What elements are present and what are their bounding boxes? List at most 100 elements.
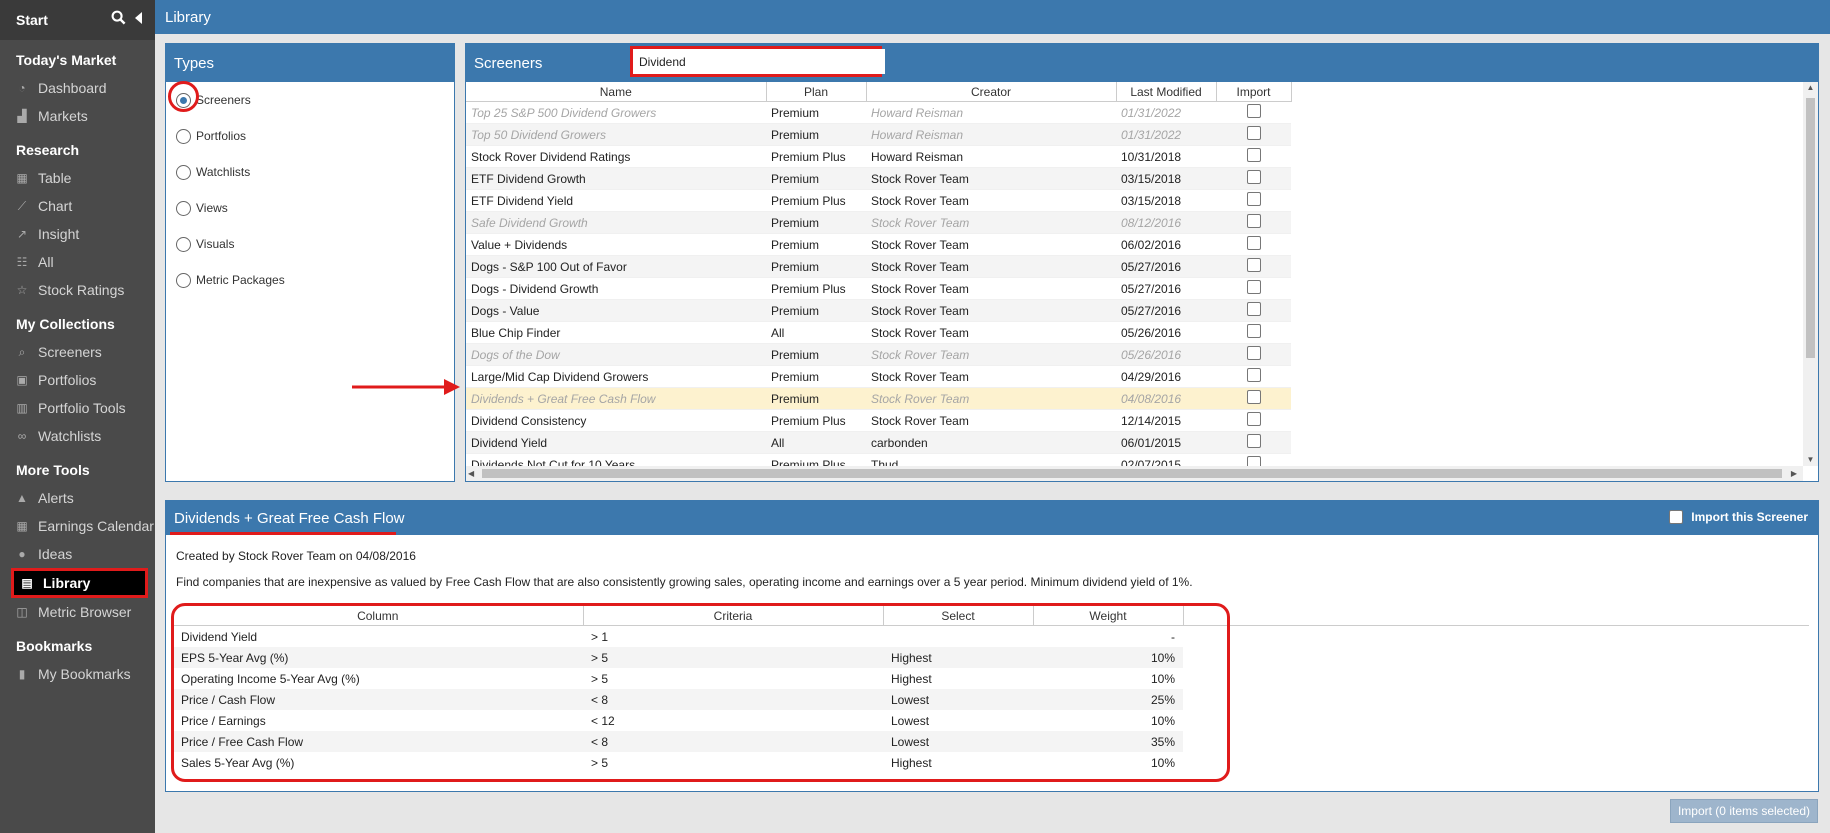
table-row[interactable]: ETF Dividend Growth Premium Stock Rover Te… [466, 167, 1291, 190]
screener-search-box[interactable] [630, 46, 885, 77]
import-checkbox[interactable] [1246, 148, 1261, 162]
column-header[interactable]: Last Modified [1116, 82, 1217, 102]
sidebar-item-screeners[interactable]: ⌕ Screeners [0, 338, 155, 366]
horizontal-scrollbar[interactable]: ◀ ▶ [466, 466, 1803, 481]
import-checkbox[interactable] [1246, 456, 1261, 466]
sidebar-item-earnings-calendar[interactable]: ▦ Earnings Calendar [0, 512, 155, 540]
radio-button[interactable] [176, 128, 191, 144]
sidebar-item-my-bookmarks[interactable]: ▮ My Bookmarks [0, 660, 155, 688]
criteria-column-header[interactable]: Criteria [583, 606, 884, 626]
import-checkbox[interactable] [1246, 302, 1261, 316]
sidebar-item-dashboard[interactable]: ◔ Dashboard [0, 74, 155, 102]
table-row[interactable]: Dividend Consistency Premium Plus Stock Ro… [466, 409, 1291, 432]
type-option-screeners[interactable]: Screeners [166, 82, 454, 118]
column-header[interactable]: Plan [766, 82, 867, 102]
criteria-column-header[interactable]: Column [173, 606, 584, 626]
cell-creator: Stock Rover Team [866, 189, 1116, 212]
sidebar-item-portfolio-tools[interactable]: ▥ Portfolio Tools [0, 394, 155, 422]
cell-creator: Howard Reisman [866, 145, 1116, 168]
table-row[interactable]: Top 25 S&P 500 Dividend Growers Premium Ho… [466, 101, 1291, 124]
import-button[interactable]: Import (0 items selected) [1670, 799, 1818, 823]
sidebar-item-all[interactable]: ☷ All [0, 248, 155, 276]
radio-button[interactable] [176, 272, 191, 288]
import-checkbox[interactable] [1246, 214, 1261, 228]
cell-modified: 04/29/2016 [1116, 365, 1216, 388]
scroll-right-arrow[interactable]: ▶ [1791, 466, 1797, 481]
criteria-column-header[interactable]: Weight [1033, 606, 1184, 626]
import-checkbox[interactable] [1246, 346, 1261, 360]
sidebar-item-library[interactable]: ▤ Library [11, 568, 148, 598]
sidebar-item-insight[interactable]: ↗ Insight [0, 220, 155, 248]
radio-button[interactable] [176, 92, 191, 108]
radio-button[interactable] [176, 236, 191, 252]
sidebar-item-chart[interactable]: ⟋ Chart [0, 192, 155, 220]
screeners-panel: Screeners Name Plan Creator Last Modified Im… [465, 43, 1819, 482]
import-checkbox[interactable] [1246, 126, 1261, 140]
page-title: Library [165, 8, 211, 26]
sidebar-item-ideas[interactable]: ● Ideas [0, 540, 155, 568]
import-this-screener[interactable]: Import this Screener [1669, 510, 1808, 524]
calendar-icon: ▦ [16, 519, 28, 533]
type-option-views[interactable]: Views [166, 190, 454, 226]
import-checkbox[interactable] [1246, 236, 1261, 250]
import-checkbox[interactable] [1246, 368, 1261, 382]
radio-button[interactable] [176, 164, 191, 180]
table-row[interactable]: Safe Dividend Growth Premium Stock Rover T… [466, 211, 1291, 234]
import-checkbox[interactable] [1246, 324, 1261, 338]
criteria-cell-weight: - [1171, 629, 1175, 644]
table-row[interactable]: Large/Mid Cap Dividend Growers Premium Sto… [466, 365, 1291, 388]
sidebar-item-table[interactable]: ▦ Table [0, 164, 155, 192]
type-option-portfolios[interactable]: Portfolios [166, 118, 454, 154]
table-row[interactable]: Dividend Yield All carbonden 06/01/2015 [466, 431, 1291, 454]
type-option-watchlists[interactable]: Watchlists [166, 154, 454, 190]
sidebar-item-watchlists[interactable]: ∞ Watchlists [0, 422, 155, 450]
sidebar-item-label: All [38, 254, 54, 270]
screener-search-input[interactable] [633, 49, 885, 74]
table-row[interactable]: Value + Dividends Premium Stock Rover Team… [466, 233, 1291, 256]
sidebar-item-stock-ratings[interactable]: ☆ Stock Ratings [0, 276, 155, 304]
table-row[interactable]: Blue Chip Finder All Stock Rover Team 05/26… [466, 321, 1291, 344]
start-header[interactable]: Start [0, 0, 155, 40]
search-icon[interactable] [111, 10, 126, 25]
column-header[interactable]: Import [1216, 82, 1292, 102]
table-row[interactable]: Dogs - Value Premium Stock Rover Team 05/27… [466, 299, 1291, 322]
sidebar-item-metric-browser[interactable]: ◫ Metric Browser [0, 598, 155, 626]
import-checkbox[interactable] [1246, 192, 1261, 206]
import-checkbox[interactable] [1246, 258, 1261, 272]
sidebar-item-alerts[interactable]: ▲ Alerts [0, 484, 155, 512]
scroll-down-arrow[interactable]: ▼ [1803, 454, 1818, 466]
table-row[interactable]: Dividends + Great Free Cash Flow Premium S… [466, 387, 1291, 410]
table-row[interactable]: Dividends Not Cut for 10 Years Premium Pl… [466, 453, 1291, 466]
radio-button[interactable] [176, 200, 191, 216]
import-this-screener-checkbox[interactable] [1669, 510, 1684, 524]
column-header[interactable]: Name [466, 82, 767, 102]
cell-modified: 05/26/2016 [1116, 321, 1216, 344]
column-header[interactable]: Creator [866, 82, 1117, 102]
sidebar-item-portfolios[interactable]: ▣ Portfolios [0, 366, 155, 394]
vertical-scroll-thumb[interactable] [1806, 98, 1815, 358]
table-row[interactable]: Stock Rover Dividend Ratings Premium Plus… [466, 145, 1291, 168]
table-row[interactable]: Dogs - Dividend Growth Premium Plus Stock … [466, 277, 1291, 300]
scroll-up-arrow[interactable]: ▲ [1803, 82, 1818, 94]
type-option-visuals[interactable]: Visuals [166, 226, 454, 262]
type-option-metric-packages[interactable]: Metric Packages [166, 262, 454, 298]
table-row[interactable]: Dogs - S&P 100 Out of Favor Premium Stock … [466, 255, 1291, 278]
import-checkbox[interactable] [1246, 412, 1261, 426]
table-row[interactable]: Dogs of the Dow Premium Stock Rover Team 05… [466, 343, 1291, 366]
import-checkbox[interactable] [1246, 280, 1261, 294]
cell-import [1216, 299, 1291, 322]
criteria-column-header[interactable]: Select [883, 606, 1034, 626]
sidebar-item-markets[interactable]: ▟ Markets [0, 102, 155, 130]
scroll-left-arrow[interactable]: ◀ [468, 466, 474, 481]
table-row[interactable]: Top 50 Dividend Growers Premium Howard Rei… [466, 123, 1291, 146]
import-checkbox[interactable] [1246, 434, 1261, 448]
table-row[interactable]: ETF Dividend Yield Premium Plus Stock Rove… [466, 189, 1291, 212]
import-checkbox[interactable] [1246, 170, 1261, 184]
criteria-header-rule [1183, 625, 1809, 626]
collapse-arrow-icon[interactable] [134, 11, 143, 24]
import-checkbox[interactable] [1246, 104, 1261, 118]
vertical-scrollbar[interactable]: ▲ ▼ [1803, 82, 1818, 466]
import-checkbox[interactable] [1246, 390, 1261, 404]
columns-icon: ◫ [16, 605, 28, 619]
horizontal-scroll-thumb[interactable] [482, 469, 1782, 478]
